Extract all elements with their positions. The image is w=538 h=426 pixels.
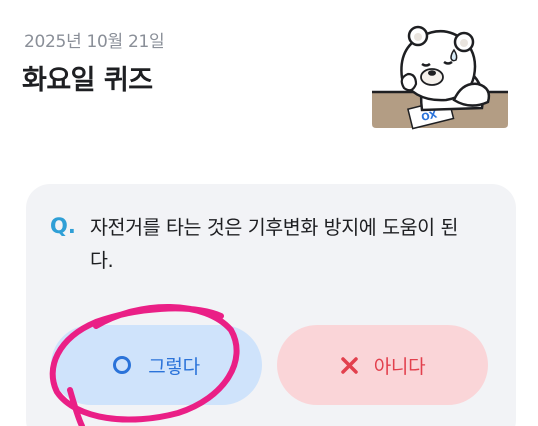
page-title: 화요일 퀴즈 [22,65,153,96]
question-text: 자전거를 타는 것은 기후변화 방지에 도움이 된다. [90,216,459,272]
answer-no-label: 아니다 [373,355,426,378]
bear-mascot-illustration: OX [372,25,508,130]
answer-no-button[interactable]: 아니다 [277,325,488,405]
answer-yes-label: 그렇다 [148,355,200,378]
quiz-page: 2025년 10월 21일 화요일 퀴즈 OX Q. 자전거를 타는 것은 기후… [0,0,538,426]
circle-o-icon [113,356,132,374]
quiz-date: 2025년 10월 21일 [24,32,165,52]
answer-yes-button[interactable]: 그렇다 [51,325,262,405]
question-marker: Q. [50,214,76,238]
x-mark-icon [340,356,358,374]
